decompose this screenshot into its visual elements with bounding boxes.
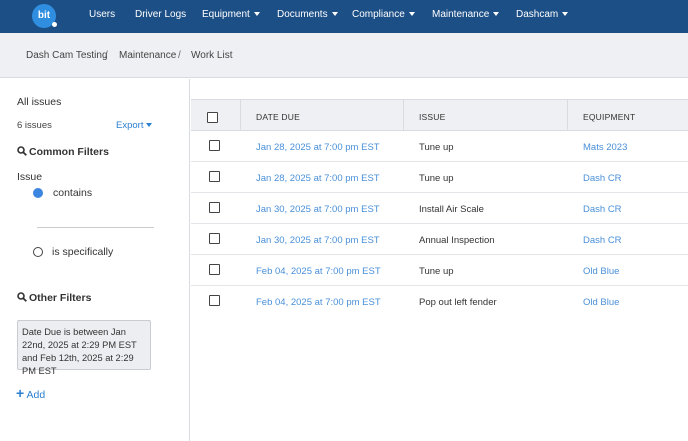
- filter-sidebar: All issues 6 issues Export Common Filter…: [0, 79, 190, 441]
- nav-dashcam-label: Dashcam: [516, 9, 559, 20]
- equipment-link[interactable]: Dash CR: [583, 235, 622, 246]
- issue-cell: Tune up: [419, 173, 454, 184]
- breadcrumb-item-maintenance[interactable]: Maintenance: [119, 50, 176, 61]
- equipment-link[interactable]: Dash CR: [583, 173, 622, 184]
- chevron-down-icon: [562, 12, 569, 17]
- radio-contains-label[interactable]: contains: [53, 187, 92, 199]
- export-button[interactable]: Export: [116, 120, 153, 131]
- equipment-link[interactable]: Old Blue: [583, 297, 619, 308]
- chevron-down-icon: [331, 12, 338, 17]
- row-checkbox[interactable]: [209, 233, 220, 244]
- date-due-link[interactable]: Jan 28, 2025 at 7:00 pm EST: [256, 173, 380, 184]
- add-filter-label: Add: [26, 389, 46, 401]
- table-row: Feb 04, 2025 at 7:00 pm EST Pop out left…: [191, 286, 688, 317]
- radio-is-specifically-label[interactable]: is specifically: [52, 246, 113, 258]
- issue-cell: Tune up: [419, 142, 454, 153]
- issue-cell: Pop out left fender: [419, 297, 497, 308]
- date-due-link[interactable]: Jan 28, 2025 at 7:00 pm EST: [256, 142, 380, 153]
- sidebar-title: All issues: [17, 96, 62, 108]
- date-due-link[interactable]: Feb 04, 2025 at 7:00 pm EST: [256, 297, 381, 308]
- breadcrumb-item-work-list: Work List: [191, 50, 233, 61]
- date-due-link[interactable]: Feb 04, 2025 at 7:00 pm EST: [256, 266, 381, 277]
- nav-compliance-label: Compliance: [352, 9, 405, 20]
- date-due-link[interactable]: Jan 30, 2025 at 7:00 pm EST: [256, 204, 380, 215]
- export-label: Export: [116, 120, 144, 131]
- breadcrumb-separator: /: [178, 50, 181, 61]
- row-checkbox[interactable]: [209, 202, 220, 213]
- search-icon: [17, 146, 27, 156]
- search-icon: [17, 292, 27, 302]
- nav-maintenance-label: Maintenance: [432, 9, 490, 20]
- issue-cell: Annual Inspection: [419, 235, 495, 246]
- common-filters-heading: Common Filters: [17, 146, 109, 158]
- chevron-down-icon: [493, 12, 500, 17]
- table-row: Jan 30, 2025 at 7:00 pm EST Install Air …: [191, 193, 688, 224]
- other-filters-title: Other Filters: [29, 292, 92, 304]
- column-header-equipment[interactable]: EQUIPMENT: [583, 112, 635, 122]
- common-filters-title: Common Filters: [29, 146, 109, 158]
- breadcrumb: Dash Cam Testing / Maintenance / Work Li…: [0, 33, 688, 78]
- plus-icon: +: [16, 385, 25, 401]
- nav-users[interactable]: Users: [89, 9, 115, 20]
- column-divider: [240, 100, 241, 131]
- top-navbar: bit Users Driver Logs Equipment Document…: [0, 0, 688, 33]
- nav-dashcam[interactable]: Dashcam: [516, 9, 569, 20]
- add-filter-button[interactable]: + Add: [16, 385, 45, 401]
- select-all-checkbox[interactable]: [207, 112, 218, 123]
- breadcrumb-item-dash-cam-testing[interactable]: Dash Cam Testing: [26, 50, 108, 61]
- row-checkbox[interactable]: [209, 140, 220, 151]
- column-divider: [567, 100, 568, 131]
- row-checkbox[interactable]: [209, 264, 220, 275]
- issue-count: 6 issues: [17, 120, 52, 131]
- row-checkbox[interactable]: [209, 295, 220, 306]
- date-due-link[interactable]: Jan 30, 2025 at 7:00 pm EST: [256, 235, 380, 246]
- column-header-date-due[interactable]: DATE DUE: [256, 112, 300, 122]
- equipment-link[interactable]: Mats 2023: [583, 142, 627, 153]
- chevron-down-icon: [253, 12, 260, 17]
- nav-documents[interactable]: Documents: [277, 9, 338, 20]
- nav-documents-label: Documents: [277, 9, 328, 20]
- equipment-link[interactable]: Dash CR: [583, 204, 622, 215]
- chevron-down-icon: [408, 12, 415, 17]
- nav-driver-logs[interactable]: Driver Logs: [135, 9, 186, 20]
- issue-cell: Tune up: [419, 266, 454, 277]
- nav-maintenance[interactable]: Maintenance: [432, 9, 500, 20]
- issue-filter-label: Issue: [17, 171, 43, 183]
- other-filters-heading: Other Filters: [17, 292, 91, 304]
- table-row: Feb 04, 2025 at 7:00 pm EST Tune up Old …: [191, 255, 688, 286]
- chevron-down-icon: [146, 123, 153, 128]
- table-row: Jan 30, 2025 at 7:00 pm EST Annual Inspe…: [191, 224, 688, 255]
- breadcrumb-separator: /: [105, 50, 108, 61]
- nav-compliance[interactable]: Compliance: [352, 9, 415, 20]
- column-divider: [403, 100, 404, 131]
- logo-dot: [52, 22, 57, 27]
- logo-text: bit: [37, 10, 51, 21]
- radio-is-specifically[interactable]: [33, 247, 43, 257]
- equipment-link[interactable]: Old Blue: [583, 266, 619, 277]
- column-header-issue[interactable]: ISSUE: [419, 112, 446, 122]
- table-row: Jan 28, 2025 at 7:00 pm EST Tune up Mats…: [191, 131, 688, 162]
- nav-equipment[interactable]: Equipment: [202, 9, 260, 20]
- active-filter-chip[interactable]: Date Due is between Jan 22nd, 2025 at 2:…: [17, 320, 151, 376]
- table-header: DATE DUE ISSUE EQUIPMENT: [191, 99, 688, 131]
- app-logo[interactable]: bit: [32, 4, 57, 28]
- input-underline: [37, 227, 154, 228]
- row-checkbox[interactable]: [209, 171, 220, 182]
- radio-contains[interactable]: [33, 188, 43, 198]
- nav-equipment-label: Equipment: [202, 9, 250, 20]
- issue-cell: Install Air Scale: [419, 204, 484, 215]
- table-row: Jan 28, 2025 at 7:00 pm EST Tune up Dash…: [191, 162, 688, 193]
